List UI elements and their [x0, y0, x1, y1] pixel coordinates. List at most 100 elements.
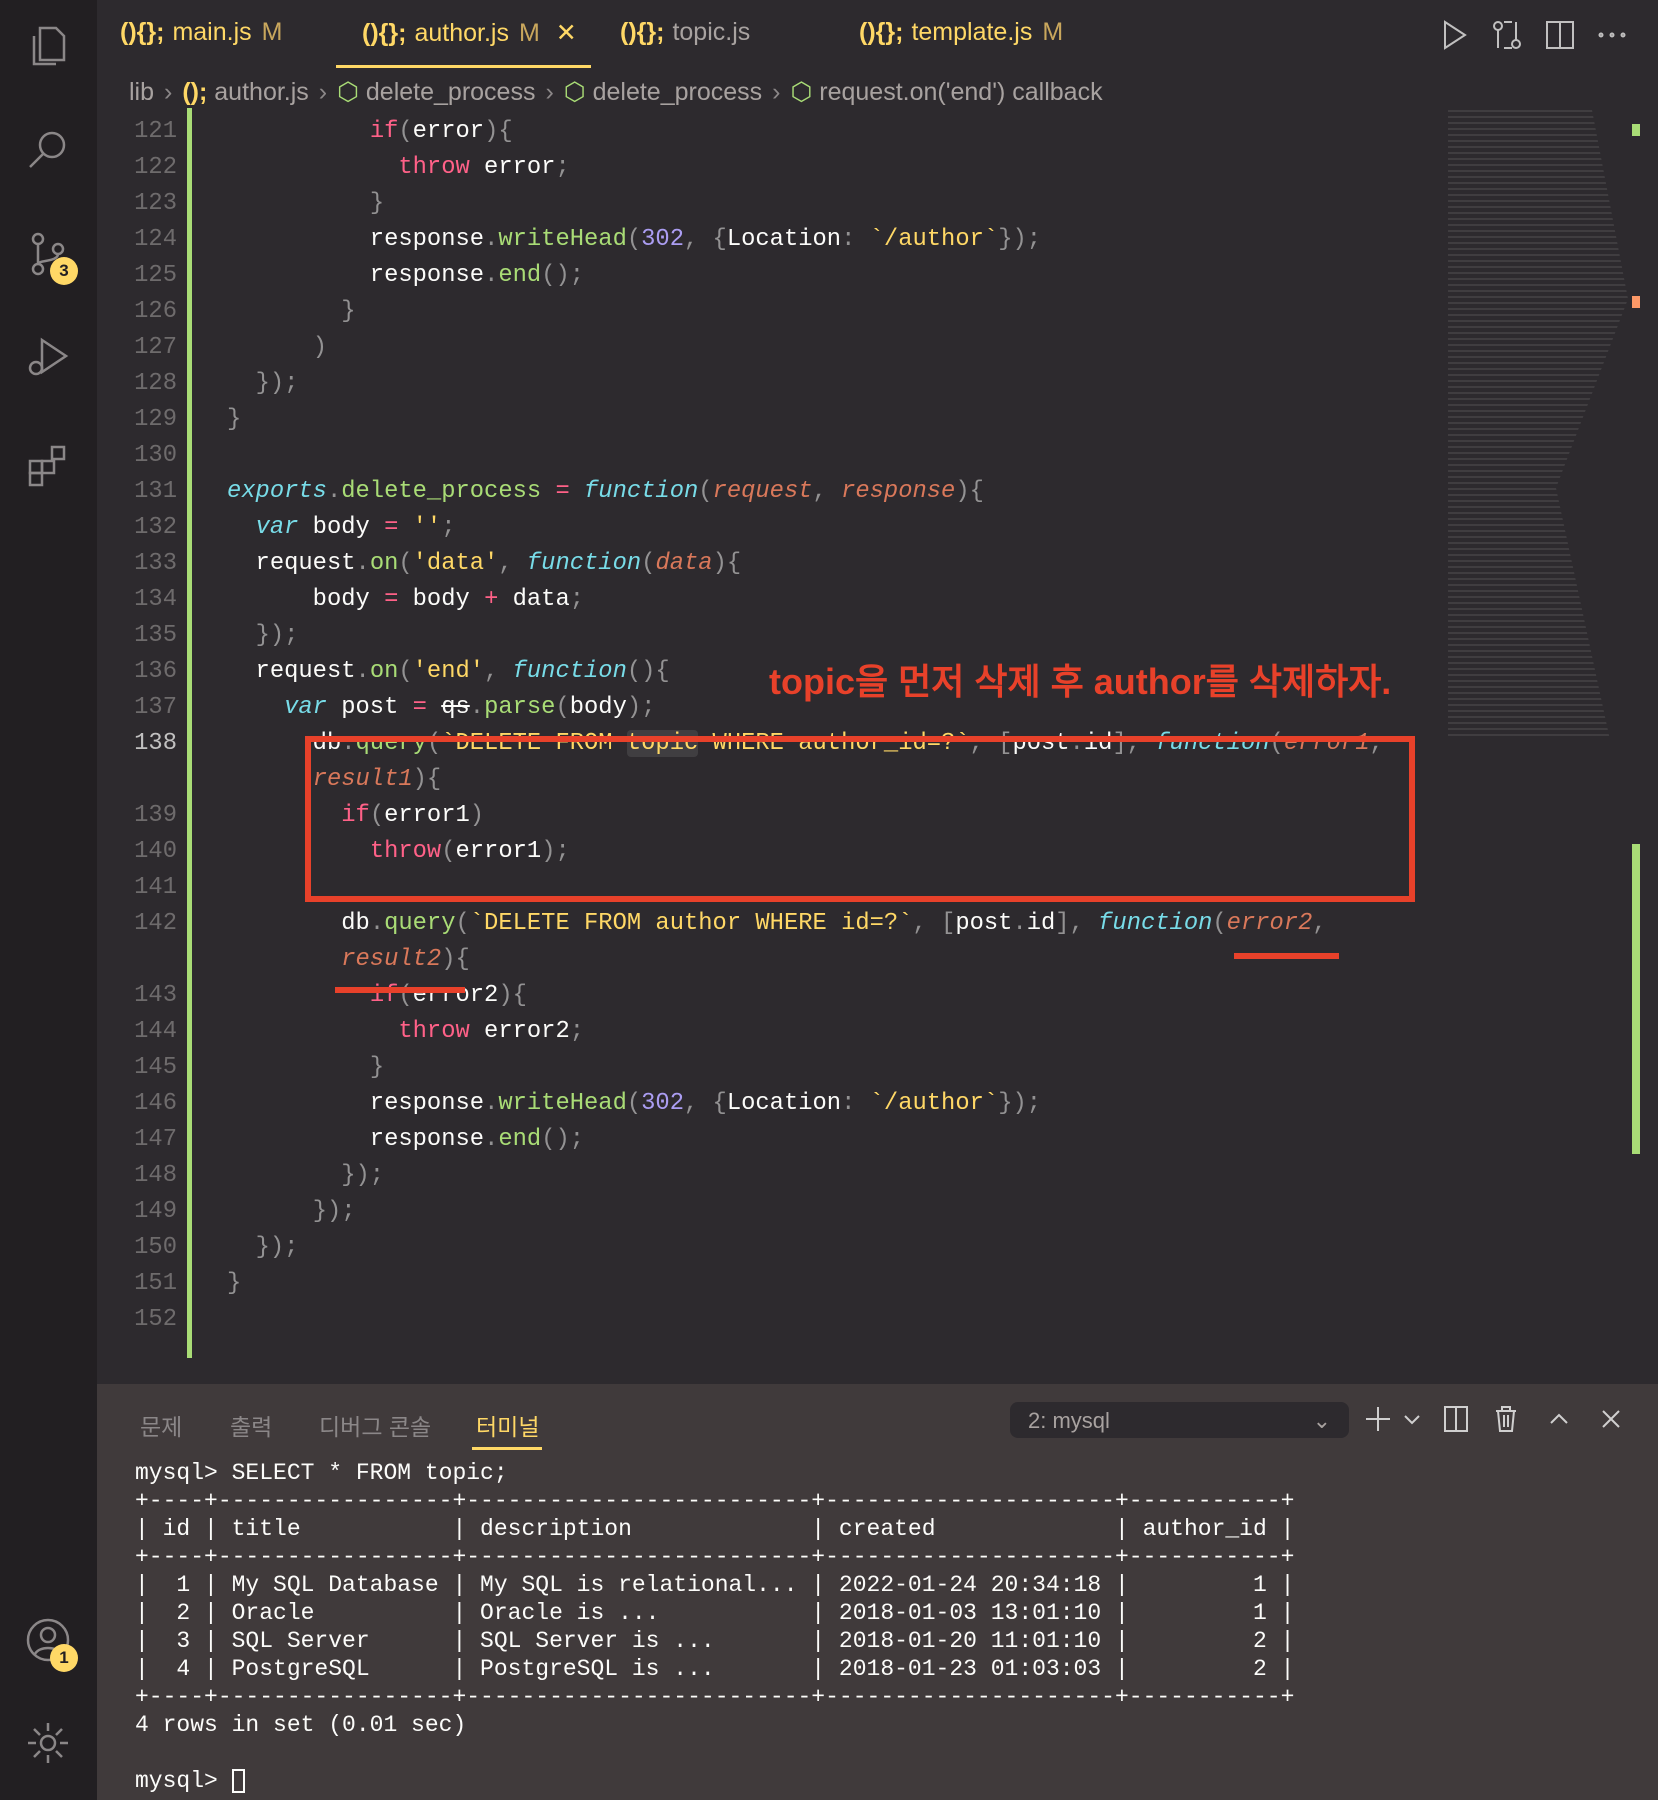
tab-debug-console[interactable]: 디버그 콘솔	[319, 1408, 431, 1442]
line-number: 135	[134, 622, 177, 649]
run-debug-icon[interactable]	[22, 330, 74, 382]
code-text: response.end();	[227, 1122, 584, 1158]
code-token: throw	[398, 1018, 470, 1045]
breadcrumb-file[interactable]: (); author.js	[182, 78, 308, 107]
terminal-line: | 3 | SQL Server | SQL Server is ... | 2…	[135, 1628, 1295, 1654]
terminal-line: +----+-----------------+----------------…	[135, 1544, 1295, 1570]
code-line[interactable]: 143 if(error2){	[97, 978, 1437, 1014]
trash-icon[interactable]	[1491, 1404, 1521, 1434]
code-line[interactable]: 145 }	[97, 1050, 1437, 1086]
code-line[interactable]: 121 if(error){	[97, 114, 1437, 150]
breadcrumb-symbol[interactable]: ⬡ request.on('end') callback	[790, 77, 1102, 107]
line-number: 141	[134, 874, 177, 901]
line-number: 136	[134, 658, 177, 685]
tab-problems[interactable]: 문제	[140, 1408, 182, 1442]
terminal-line: | 4 | PostgreSQL | PostgreSQL is ... | 2…	[135, 1656, 1295, 1682]
code-line[interactable]: 125 response.end();	[97, 258, 1437, 294]
code-line[interactable]: result2){	[97, 942, 1437, 978]
line-number: 145	[134, 1054, 177, 1081]
code-line[interactable]: 134 body = body + data;	[97, 582, 1437, 618]
code-line[interactable]: 142 db.query(`DELETE FROM author WHERE i…	[97, 906, 1437, 942]
close-tab-icon[interactable]: ✕	[556, 19, 577, 47]
code-text: }	[227, 1050, 384, 1086]
code-line[interactable]: 131 exports.delete_process = function(req…	[97, 474, 1437, 510]
annotation-underline	[335, 987, 465, 993]
code-text: }	[227, 294, 355, 330]
line-number: 139	[134, 802, 177, 829]
code-text: response.end();	[227, 258, 584, 294]
more-actions-icon[interactable]	[1595, 18, 1629, 52]
code-token: on	[369, 658, 399, 685]
code-text: response.writeHead(302, {Location: `/aut…	[227, 222, 1041, 258]
code-line[interactable]: 126 }	[97, 294, 1437, 330]
code-line[interactable]: 149 });	[97, 1194, 1437, 1230]
settings-gear-icon[interactable]	[22, 1717, 74, 1769]
explorer-icon[interactable]	[22, 20, 74, 72]
split-terminal-icon[interactable]	[1441, 1404, 1471, 1434]
tab-main-js[interactable]: (){}; main.js M	[120, 18, 282, 47]
new-terminal-icon[interactable]	[1363, 1404, 1393, 1434]
search-icon[interactable]	[22, 123, 74, 175]
code-token: +	[484, 586, 499, 613]
code-token: writeHead	[498, 226, 627, 253]
code-line[interactable]: 130	[97, 438, 1437, 474]
cube-icon: ⬡	[563, 78, 586, 106]
line-number: 147	[134, 1126, 177, 1153]
code-token: Location	[726, 1090, 842, 1117]
code-text: exports.delete_process = function(reques…	[227, 474, 984, 510]
code-token: function	[512, 658, 627, 685]
code-line[interactable]: 144 throw error2;	[97, 1014, 1437, 1050]
code-line[interactable]: 127 )	[97, 330, 1437, 366]
code-line[interactable]: 147 response.end();	[97, 1122, 1437, 1158]
code-token: post	[326, 694, 413, 721]
split-editor-icon[interactable]	[1543, 18, 1577, 52]
chevron-right-icon: ›	[164, 77, 173, 106]
maximize-panel-icon[interactable]	[1544, 1404, 1574, 1434]
code-token: (	[626, 1090, 642, 1117]
code-token: `/author`	[869, 1090, 999, 1117]
code-line[interactable]: 124 response.writeHead(302, {Location: `…	[97, 222, 1437, 258]
code-line[interactable]: 152	[97, 1302, 1437, 1338]
code-text: var body = '';	[227, 510, 456, 546]
extensions-icon[interactable]	[22, 439, 74, 491]
account-icon[interactable]: 1	[22, 1614, 78, 1672]
terminal-output[interactable]: mysql> SELECT * FROM topic; +----+-------…	[135, 1459, 1294, 1795]
code-line[interactable]: 135 });	[97, 618, 1437, 654]
breadcrumb-symbol[interactable]: ⬡ delete_process	[337, 77, 535, 107]
code-line[interactable]: 146 response.writeHead(302, {Location: `…	[97, 1086, 1437, 1122]
code-line[interactable]: 129}	[97, 402, 1437, 438]
code-text: if(error2){	[227, 978, 527, 1014]
tab-author-js[interactable]: (){}; author.js M ✕	[362, 18, 577, 48]
terminal-select[interactable]: 2: mysql ⌄	[1010, 1402, 1349, 1438]
code-line[interactable]: 132 var body = '';	[97, 510, 1437, 546]
code-line[interactable]: 128 });	[97, 366, 1437, 402]
tab-template-js[interactable]: (){}; template.js M	[859, 18, 1063, 47]
breadcrumb-symbol[interactable]: ⬡ delete_process	[564, 77, 762, 107]
breadcrumb-folder[interactable]: lib	[129, 78, 154, 107]
code-token: throw	[398, 154, 470, 181]
tab-label: author.js	[414, 19, 509, 47]
code-line[interactable]: 151}	[97, 1266, 1437, 1302]
tab-terminal[interactable]: 터미널	[476, 1408, 539, 1442]
close-panel-icon[interactable]	[1596, 1404, 1626, 1434]
code-token: error	[412, 118, 485, 145]
source-control-icon[interactable]: 3	[22, 227, 78, 285]
code-line[interactable]: 133 request.on('data', function(data){	[97, 546, 1437, 582]
code-line[interactable]: 122 throw error;	[97, 150, 1437, 186]
code-token: ){	[484, 118, 513, 145]
chevron-down-icon[interactable]	[1397, 1404, 1420, 1434]
code-token: .	[355, 550, 370, 577]
code-line[interactable]: 148 });	[97, 1158, 1437, 1194]
code-token: }	[369, 1054, 385, 1081]
code-line[interactable]: 123 }	[97, 186, 1437, 222]
code-token: ){	[955, 478, 984, 505]
code-text: }	[227, 186, 384, 222]
tab-topic-js[interactable]: (){}; topic.js	[620, 18, 750, 47]
run-icon[interactable]	[1437, 18, 1471, 52]
terminal-line: mysql> SELECT * FROM topic;	[135, 1460, 508, 1486]
tab-output[interactable]: 출력	[230, 1408, 272, 1442]
open-changes-icon[interactable]	[1490, 18, 1524, 52]
code-line[interactable]: 150 });	[97, 1230, 1437, 1266]
